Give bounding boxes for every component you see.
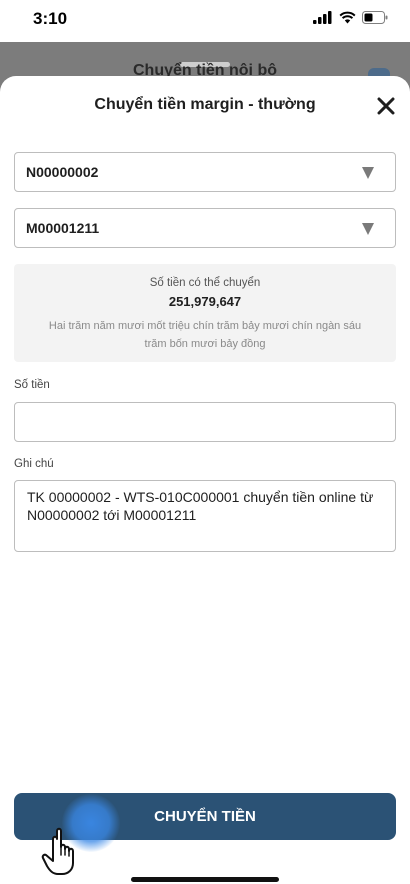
status-time: 3:10 (33, 9, 68, 28)
available-amount-value: 251,979,647 (168, 294, 242, 309)
close-icon[interactable] (374, 94, 398, 118)
status-icons (313, 11, 388, 24)
status-bar: 3:10 (0, 0, 410, 42)
sheet-title: Chuyển tiền margin - thường (94, 96, 316, 113)
available-amount-box: Số tiền có thể chuyển 251,979,647 Hai tr… (14, 264, 396, 362)
transfer-sheet: Chuyển tiền margin - thường N00000002 M0… (0, 76, 410, 884)
hand-pointer-icon (41, 827, 74, 875)
from-account-select[interactable]: N00000002 (14, 152, 396, 192)
wifi-icon (339, 11, 356, 24)
battery-icon (362, 11, 388, 24)
amount-input[interactable] (14, 402, 396, 442)
from-account-value: N00000002 (26, 164, 99, 180)
to-account-select[interactable]: M00001211 (14, 208, 396, 248)
to-account-value: M00001211 (26, 220, 100, 236)
home-indicator[interactable] (131, 877, 279, 882)
note-label: Ghi chú (14, 458, 54, 470)
available-amount-label: Số tiền có thể chuyển (149, 277, 261, 289)
amount-label: Số tiền (14, 379, 50, 391)
signal-icon (313, 11, 332, 24)
dropdown-arrow-icon (362, 223, 374, 235)
available-amount-in-words: Hai trăm năm mươi mốt triệu chín trăm bả… (48, 320, 362, 350)
note-textarea[interactable]: TK 00000002 - WTS-010C000001 chuyển tiền… (14, 480, 396, 552)
dropdown-arrow-icon (362, 167, 374, 179)
